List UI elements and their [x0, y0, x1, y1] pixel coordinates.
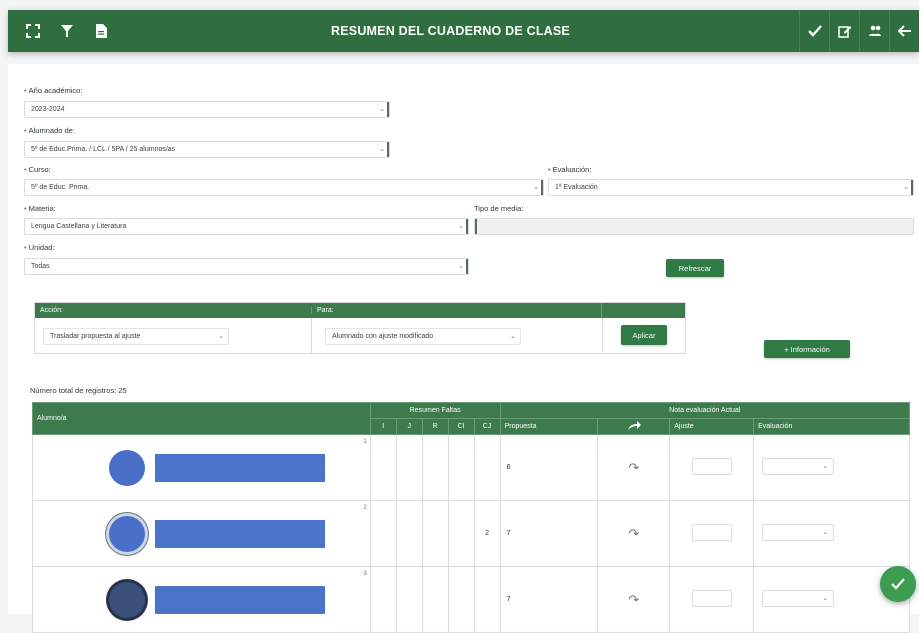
absences-group-header: Resumen Faltas — [369, 402, 501, 419]
student-name-redacted — [155, 519, 325, 548]
evaluation-grade-select[interactable]: ⌄ — [762, 524, 835, 541]
action-select[interactable]: Trasladar propuesta al ajuste ⌄ — [43, 328, 229, 345]
total-records-label: Número total de registros: 25 — [30, 386, 127, 395]
chevron-down-icon: ⌄ — [458, 263, 464, 270]
topbar-right-tools — [799, 10, 919, 52]
check-icon — [891, 578, 905, 590]
students-of-select[interactable]: 5º de Educ.Prima. / LCL / 5PA / 25 alumn… — [24, 141, 390, 158]
avatar — [109, 515, 145, 552]
edit-icon[interactable] — [829, 10, 859, 52]
transfer-arrow-icon — [627, 420, 641, 430]
course-select[interactable]: 5º de Educ. Prima. ⌄ — [24, 179, 544, 196]
academic-year-select[interactable]: 2023-2024 ⌄ — [24, 101, 390, 118]
page-title: RESUMEN DEL CUADERNO DE CLASE — [331, 24, 570, 38]
student-cell: 1 — [32, 434, 371, 501]
row-index: 1 — [363, 439, 367, 445]
action-panel-header: Acción: Para: — [35, 303, 685, 318]
chevron-down-icon: ⌄ — [903, 184, 909, 191]
top-bar: RESUMEN DEL CUADERNO DE CLASE — [8, 10, 919, 52]
chevron-down-icon: ⌄ — [379, 106, 385, 113]
grade-group-header: Nota evaluación Actual — [499, 402, 911, 419]
unit-select[interactable]: Todas ⌄ — [24, 258, 469, 275]
back-arrow-icon[interactable] — [889, 10, 919, 52]
evaluation-label: • Evaluación: — [548, 165, 592, 174]
unit-label: • Unidad: — [24, 243, 55, 252]
save-check-fab[interactable] — [880, 566, 916, 602]
student-cell: 2 — [32, 500, 371, 567]
subject-label: • Materia: — [24, 204, 56, 213]
average-type-field — [474, 218, 914, 235]
column-evaluation: Evaluación — [753, 418, 910, 435]
column-r: R — [421, 418, 449, 435]
evaluation-grade-select[interactable]: ⌄ — [762, 458, 835, 475]
adjust-input[interactable] — [691, 524, 732, 541]
action-header: Acción: — [40, 307, 63, 314]
table-row: 1 6 ↷ ⌄ — [32, 434, 910, 501]
cj-cell — [473, 566, 501, 633]
average-type-label: Tipo de media: — [474, 204, 524, 213]
proposal-cell: 7 — [499, 566, 599, 633]
column-adjust: Ajuste — [669, 418, 755, 435]
student-name-redacted — [155, 453, 325, 482]
action-panel: Acción: Para: Trasladar propuesta al aju… — [34, 302, 686, 354]
chevron-down-icon: ⌄ — [218, 333, 224, 340]
table-row: 3 7 ↷ ⌄ — [32, 566, 910, 633]
course-label: • Curso: — [24, 165, 51, 174]
for-header: Para: — [311, 307, 601, 314]
for-select[interactable]: Alumnado con ajuste modificado ⌄ — [325, 328, 521, 345]
chevron-down-icon: ⌄ — [458, 223, 464, 230]
adjust-input[interactable] — [691, 458, 732, 475]
proposal-cell: 7 — [499, 500, 599, 567]
transfer-cell[interactable]: ↷ — [597, 500, 671, 567]
student-cell: 3 — [32, 566, 371, 633]
student-name-redacted — [155, 585, 325, 614]
column-transfer[interactable] — [597, 418, 671, 435]
apply-button[interactable]: Aplicar — [621, 325, 667, 345]
refresh-button[interactable]: Refrescar — [666, 259, 724, 277]
chevron-down-icon: ⌄ — [510, 333, 516, 340]
column-student[interactable]: Alumno/a — [32, 402, 371, 435]
transfer-cell[interactable]: ↷ — [597, 434, 671, 501]
curved-arrow-icon[interactable]: ↷ — [628, 592, 639, 607]
subject-select[interactable]: Lengua Castellana y Literatura ⌄ — [24, 218, 469, 235]
chevron-down-icon: ⌄ — [822, 529, 829, 536]
users-icon[interactable] — [859, 10, 889, 52]
chevron-down-icon: ⌄ — [822, 595, 829, 602]
evaluation-grade-select[interactable]: ⌄ — [762, 590, 835, 607]
more-info-button[interactable]: + Información — [764, 340, 850, 358]
cj-cell — [473, 434, 501, 501]
adjust-input[interactable] — [691, 590, 732, 607]
table-row: 2 2 7 ↷ ⌄ — [32, 500, 910, 567]
avatar — [109, 449, 145, 486]
proposal-cell: 6 — [499, 434, 599, 501]
evaluation-select[interactable]: 1ª Evaluación ⌄ — [548, 179, 914, 196]
column-proposal: Propuesta — [499, 418, 599, 435]
curved-arrow-icon[interactable]: ↷ — [628, 526, 639, 541]
students-grades-table: Alumno/a Resumen Faltas Nota evaluación … — [32, 402, 911, 633]
column-j: J — [395, 418, 423, 435]
column-ci: CI — [447, 418, 475, 435]
row-index: 2 — [363, 505, 367, 511]
chevron-down-icon: ⌄ — [822, 463, 829, 470]
column-i: I — [369, 418, 397, 435]
expand-icon[interactable] — [22, 20, 44, 42]
students-of-label: • Alumnado de: — [24, 126, 75, 135]
row-index: 3 — [363, 571, 367, 577]
avatar — [109, 581, 145, 618]
chevron-down-icon: ⌄ — [379, 146, 385, 153]
academic-year-label: • Año académico: — [24, 86, 83, 95]
chevron-down-icon: ⌄ — [533, 184, 539, 191]
curved-arrow-icon[interactable]: ↷ — [628, 460, 639, 475]
check-icon[interactable] — [799, 10, 829, 52]
cj-cell: 2 — [473, 500, 501, 567]
transfer-cell[interactable]: ↷ — [597, 566, 671, 633]
filter-icon[interactable] — [56, 20, 78, 42]
column-cj: CJ — [473, 418, 501, 435]
